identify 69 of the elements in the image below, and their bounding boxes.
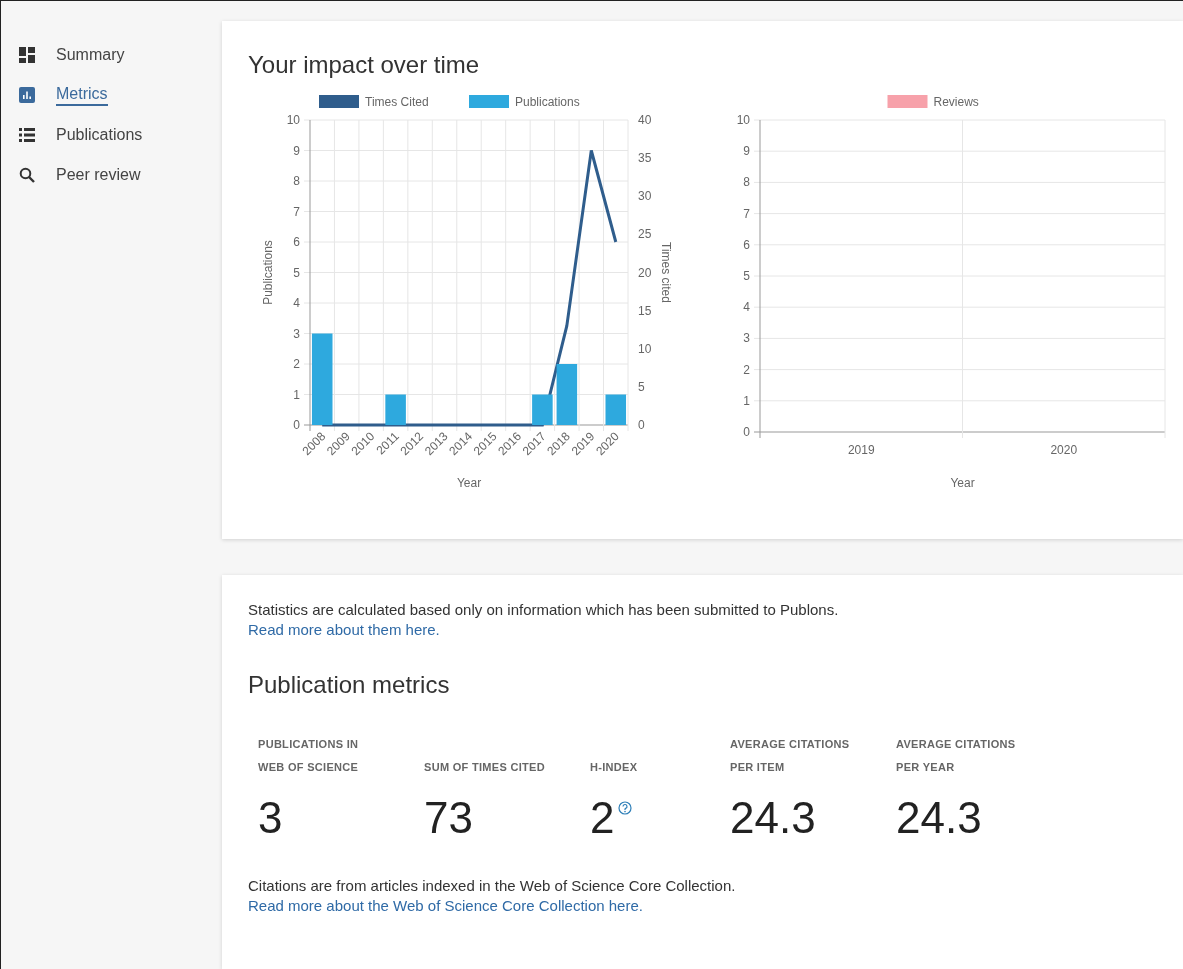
axis-tick-label: 15 xyxy=(638,303,652,318)
axis-tick-label: 35 xyxy=(638,151,652,166)
metric-value: 24.3 xyxy=(730,793,816,843)
axis-tick-label: 4 xyxy=(743,300,750,315)
axis-tick-label: 0 xyxy=(293,418,300,432)
info-text: Statistics are calculated based only on information which has been submitted to Publons. xyxy=(248,601,840,618)
legend-label: Times Cited xyxy=(365,95,429,109)
section-title: Publication metrics xyxy=(248,671,451,699)
axis-tick-label: 30 xyxy=(638,189,652,204)
section-title: Your impact over time xyxy=(248,51,481,79)
metric-label: SUM OF TIMES CITED xyxy=(424,760,546,775)
axis-title: Publications xyxy=(261,240,275,305)
metric-value: 24.3 xyxy=(896,793,982,843)
metric-label: H-INDEX xyxy=(590,760,639,775)
legend-label: Publications xyxy=(515,95,580,109)
metric-label: AVERAGE CITATIONS PER YEAR xyxy=(896,737,1017,775)
axis-tick-label: 0 xyxy=(638,418,645,432)
axis-tick-label: 6 xyxy=(743,237,750,252)
axis-tick-label: 5 xyxy=(638,379,645,394)
bar-chart-icon xyxy=(19,87,35,103)
metric-label: AVERAGE CITATIONS PER ITEM xyxy=(730,737,851,775)
axis-tick-label: 1 xyxy=(743,393,750,408)
axis-tick-label: 1 xyxy=(293,387,300,402)
axis-tick-label: 2 xyxy=(743,362,750,377)
axis-tick-label: 2 xyxy=(293,357,300,371)
dashboard-icon xyxy=(19,47,35,63)
axis-tick-label: 5 xyxy=(293,265,300,280)
search-icon xyxy=(19,167,35,183)
info-text: Citations are from articles indexed in the Web of Science Core Collection. xyxy=(248,877,737,894)
axis-tick-label: 6 xyxy=(293,235,300,249)
metric-value: 2 xyxy=(590,793,615,843)
legend-label: Reviews xyxy=(933,95,979,109)
axis-tick-label: 2020 xyxy=(1050,443,1078,457)
sidebar-item[interactable]: Summary xyxy=(1,35,222,75)
chart-bar xyxy=(556,364,578,425)
chart-bar xyxy=(605,394,627,425)
axis-tick-label: 4 xyxy=(293,296,300,310)
read-more-link[interactable]: Read more about them here. xyxy=(248,621,440,638)
axis-tick-label: 20 xyxy=(638,265,652,280)
metric-value: 73 xyxy=(424,793,473,843)
metric-label: PUBLICATIONS IN WEB OF SCIENCE xyxy=(258,737,360,775)
axis-tick-label: 3 xyxy=(743,331,750,346)
read-more-link[interactable]: Read more about the Web of Science Core Collection here. xyxy=(248,897,643,914)
axis-title: Year xyxy=(950,476,975,490)
list-icon xyxy=(19,127,35,143)
axis-tick-label: 10 xyxy=(286,113,300,127)
axis-tick-label: 10 xyxy=(736,113,750,127)
axis-tick-label: 3 xyxy=(293,326,300,341)
metric-value: 3 xyxy=(258,793,283,843)
axis-tick-label: 25 xyxy=(638,227,652,242)
axis-tick-label: 8 xyxy=(743,175,750,190)
axis-title: Times cited xyxy=(659,242,673,303)
chart-bar xyxy=(532,394,553,425)
axis-tick-label: 9 xyxy=(743,144,750,159)
axis-tick-label: 8 xyxy=(293,174,300,188)
sidebar-item[interactable]: Peer review xyxy=(1,155,222,195)
sidebar-item[interactable]: Publications xyxy=(1,115,222,155)
axis-title: Year xyxy=(456,476,482,490)
chart-bar xyxy=(385,394,406,425)
axis-tick-label: 40 xyxy=(638,113,652,127)
axis-tick-label: 10 xyxy=(638,341,652,356)
axis-tick-label: 2019 xyxy=(847,443,875,457)
axis-tick-label: 0 xyxy=(743,425,750,439)
help-icon[interactable] xyxy=(618,801,633,815)
axis-tick-label: 7 xyxy=(293,204,300,219)
axis-tick-label: 9 xyxy=(293,143,300,158)
axis-tick-label: 7 xyxy=(743,206,750,221)
sidebar-item[interactable]: Metrics xyxy=(1,75,222,115)
axis-tick-label: 5 xyxy=(743,269,750,283)
